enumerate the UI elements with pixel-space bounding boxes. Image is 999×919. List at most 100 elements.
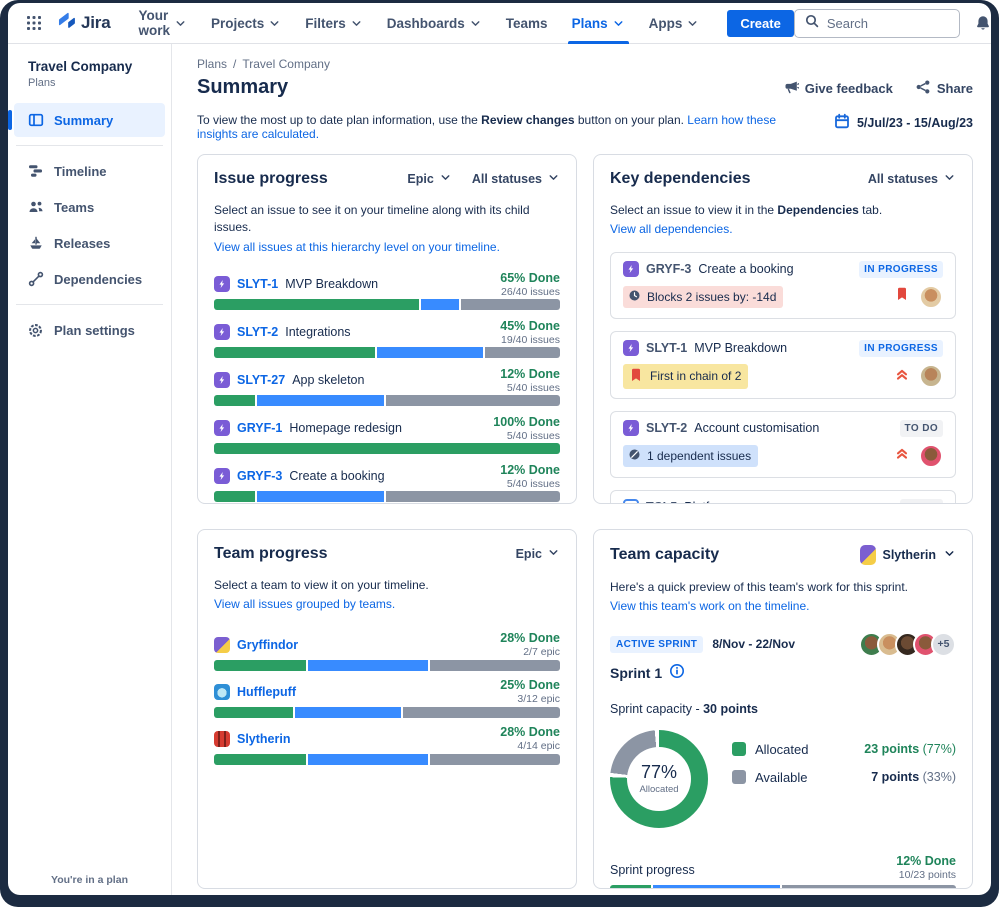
nav-item-teams[interactable]: Teams xyxy=(494,3,560,44)
view-all-issues-link[interactable]: View all issues at this hierarchy level … xyxy=(214,239,560,256)
team-row[interactable]: Gryffindor28% Done2/7 epic xyxy=(214,630,560,671)
issue-row[interactable]: GRYF-3Create a booking12% Done5/40 issue… xyxy=(214,461,560,502)
search-box[interactable] xyxy=(794,9,960,38)
nav-item-your-work[interactable]: Your work xyxy=(126,3,199,44)
view-teams-link[interactable]: View all issues grouped by teams. xyxy=(214,596,560,613)
dependency-item[interactable]: TCI-5PlatformTO DO1 dependent issue xyxy=(610,490,956,504)
issue-row[interactable]: GRYF-1Homepage redesign100% Done5/40 iss… xyxy=(214,413,560,454)
issue-row[interactable]: SLYT-2Integrations45% Done19/40 issues xyxy=(214,317,560,358)
issue-level-dropdown[interactable]: Epic xyxy=(407,171,451,187)
nav-item-label: Filters xyxy=(305,16,346,31)
dependency-chip: Blocks 2 issues by: -14d xyxy=(623,286,783,308)
epic-icon xyxy=(623,340,639,356)
team-progress-description: Select a team to view it on your timelin… xyxy=(214,577,560,594)
jira-logo[interactable]: Jira xyxy=(56,10,110,36)
issue-row[interactable]: SLYT-27App skeleton12% Done5/40 issues xyxy=(214,365,560,406)
nav-item-projects[interactable]: Projects xyxy=(199,3,293,44)
bar-segment xyxy=(461,299,560,310)
donut-center-sublabel: Allocated xyxy=(639,784,678,795)
key-dependencies-card: Key dependencies All statuses Select an … xyxy=(593,154,973,504)
epic-icon xyxy=(214,276,230,292)
bar-segment xyxy=(421,299,459,310)
plan-info-text: To view the most up to date plan informa… xyxy=(197,113,814,141)
sprint-capacity-line: Sprint capacity - 30 points xyxy=(610,702,956,716)
chevron-down-icon xyxy=(943,171,956,187)
sidebar-item-releases[interactable]: Releases xyxy=(14,226,165,260)
sprint-name: Sprint 1 xyxy=(610,665,662,681)
app-switcher-icon[interactable] xyxy=(26,15,42,31)
info-icon[interactable] xyxy=(669,663,685,684)
give-feedback-button[interactable]: Give feedback xyxy=(783,79,893,98)
chevron-down-icon xyxy=(268,17,281,30)
bar-segment xyxy=(214,443,560,454)
progress-bar xyxy=(214,754,560,765)
issue-key: SLYT-1 xyxy=(646,341,687,355)
sidebar-item-summary[interactable]: Summary xyxy=(14,103,165,137)
bar-segment xyxy=(257,395,384,406)
view-all-dependencies-link[interactable]: View all dependencies. xyxy=(610,221,956,238)
bar-segment xyxy=(430,754,560,765)
sidebar-item-label: Releases xyxy=(54,236,110,251)
view-team-timeline-link[interactable]: View this team's work on the timeline. xyxy=(610,598,956,615)
nav-item-filters[interactable]: Filters xyxy=(293,3,375,44)
active-sprint-badge: ACTIVE SPRINT xyxy=(610,636,703,653)
progress-bar xyxy=(214,660,560,671)
team-row[interactable]: Hufflepuff25% Done3/12 epic xyxy=(214,677,560,718)
bar-segment xyxy=(386,491,560,502)
breadcrumb-plans[interactable]: Plans xyxy=(197,57,227,71)
search-input[interactable] xyxy=(827,16,937,31)
chevron-down-icon xyxy=(547,171,560,187)
legend-value: 7 points (33%) xyxy=(871,770,956,784)
share-button[interactable]: Share xyxy=(915,79,973,98)
sidebar-item-dependencies[interactable]: Dependencies xyxy=(14,262,165,296)
bar-segment xyxy=(214,299,419,310)
dependency-item[interactable]: SLYT-1MVP BreakdownIN PROGRESSFirst in c… xyxy=(610,331,956,399)
issue-status-dropdown[interactable]: All statuses xyxy=(472,171,560,187)
sidebar-item-teams[interactable]: Teams xyxy=(14,190,165,224)
legend-value: 23 points (77%) xyxy=(864,742,956,756)
app-window: Jira Your workProjects Filters Dashboards T… xyxy=(8,3,991,895)
sidebar-item-label: Plan settings xyxy=(54,323,135,338)
nav-item-dashboards[interactable]: Dashboards xyxy=(375,3,494,44)
team-row[interactable]: Slytherin28% Done4/14 epic xyxy=(214,724,560,765)
team-avatar xyxy=(214,637,230,653)
issue-name: MVP Breakdown xyxy=(694,341,787,355)
dependencies-status-dropdown[interactable]: All statuses xyxy=(868,171,956,187)
breadcrumb: Plans / Travel Company xyxy=(197,57,973,71)
team-capacity-description: Here's a quick preview of this team's wo… xyxy=(610,579,956,596)
jira-logo-icon xyxy=(56,10,77,36)
date-range-value: 5/Jul/23 - 15/Aug/23 xyxy=(857,116,973,130)
team-selector-dropdown[interactable]: Slytherin xyxy=(860,545,957,565)
team-level-dropdown[interactable]: Epic xyxy=(516,546,560,562)
sprint-avatar-stack[interactable]: +5 xyxy=(866,632,956,657)
issue-list: SLYT-1MVP Breakdown65% Done26/40 issuesS… xyxy=(214,269,560,504)
sidebar-item-plan-settings[interactable]: Plan settings xyxy=(14,313,165,347)
dependency-item[interactable]: GRYF-3Create a bookingIN PROGRESSBlocks … xyxy=(610,252,956,319)
selected-team-label: Slytherin xyxy=(883,548,937,562)
team-progress-card: Team progress Epic Select a team to view… xyxy=(197,529,577,889)
sidebar-divider xyxy=(16,145,163,146)
notifications-bell-icon[interactable] xyxy=(975,15,991,31)
page-background-strip xyxy=(0,907,999,919)
create-button[interactable]: Create xyxy=(727,10,793,37)
dep-icon xyxy=(628,448,641,464)
teams-icon xyxy=(27,199,44,215)
sidebar-item-label: Summary xyxy=(54,113,113,128)
issue-key: SLYT-27 xyxy=(237,373,285,387)
dependency-item[interactable]: SLYT-2Account customisationTO DO1 depend… xyxy=(610,411,956,478)
epic-icon xyxy=(623,261,639,277)
issue-key: GRYF-3 xyxy=(646,262,691,276)
sidebar-item-timeline[interactable]: Timeline xyxy=(14,154,165,188)
issue-row[interactable]: SLYT-1MVP Breakdown65% Done26/40 issues xyxy=(214,269,560,310)
issue-progress-description: Select an issue to see it on your timeli… xyxy=(214,202,560,237)
issue-name: Create a booking xyxy=(698,262,793,276)
nav-item-plans[interactable]: Plans xyxy=(560,3,637,44)
issue-key: SLYT-1 xyxy=(237,277,278,291)
nav-item-apps[interactable]: Apps xyxy=(637,3,712,44)
breadcrumb-travel-company[interactable]: Travel Company xyxy=(242,57,330,71)
nav-item-label: Teams xyxy=(506,16,548,31)
issue-key: TCI-5 xyxy=(646,500,677,504)
team-name: Hufflepuff xyxy=(237,685,296,699)
team-name: Slytherin xyxy=(237,732,291,746)
epic-icon xyxy=(214,420,230,436)
